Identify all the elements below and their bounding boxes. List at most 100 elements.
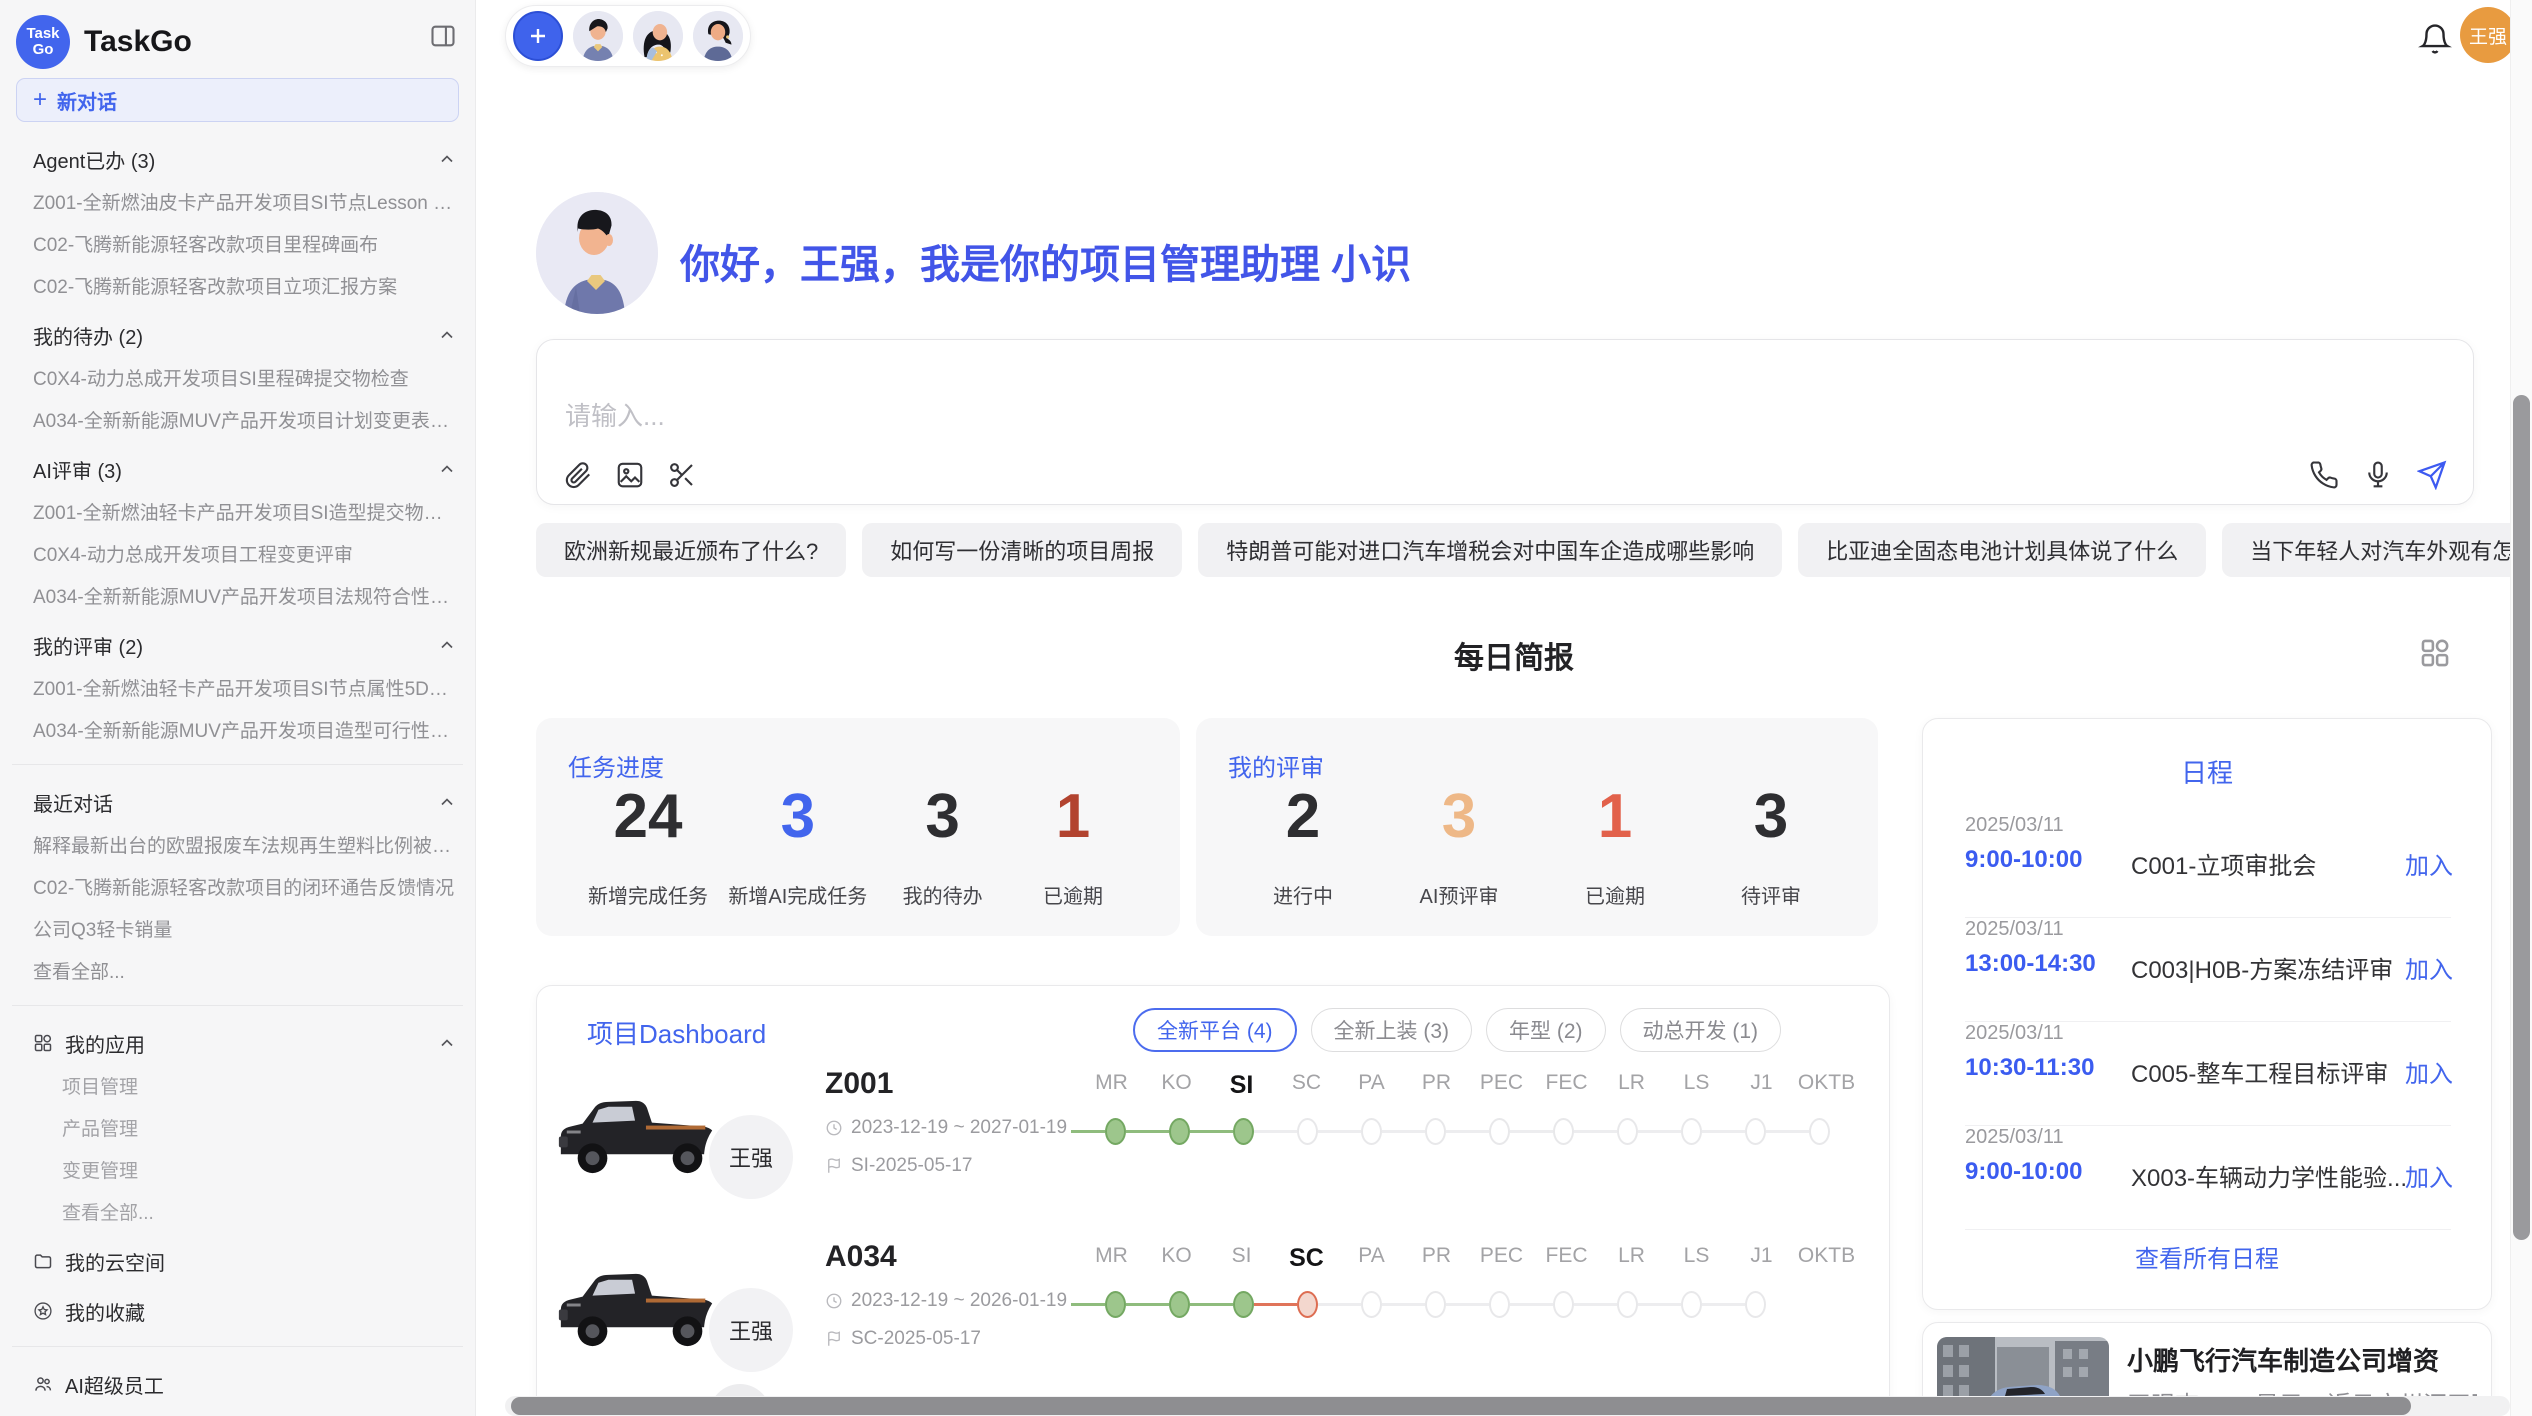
- app-screen: Task Go TaskGo + 新对话 Agent已办 (3) Z001-全新…: [0, 0, 2532, 1416]
- chevron-up-icon[interactable]: [437, 459, 457, 479]
- sidebar-item[interactable]: A034-全新新能源MUV产品开发项目法规符合性评审: [33, 582, 459, 608]
- tab-new-body[interactable]: 全新上装 (3): [1311, 1008, 1473, 1052]
- schedule-date: 2025/03/11: [1965, 918, 2064, 941]
- milestone-dots: [1071, 1287, 1861, 1321]
- suggestion-chip[interactable]: 特朗普可能对进口汽车增税会对中国车企造成哪些影响: [1198, 523, 1782, 577]
- tab-new-platform[interactable]: 全新平台 (4): [1133, 1008, 1297, 1052]
- milestone-dot-done: [1105, 1118, 1126, 1145]
- project-owner-badge: 王强: [709, 1288, 793, 1372]
- phone-call-icon[interactable]: [2309, 460, 2339, 490]
- milestone-timeline: MR KO SI SC PA PR PEC FEC LR LS J1 OKTB: [1071, 1244, 1861, 1321]
- chat-composer: [536, 339, 2474, 505]
- tab-powertrain-dev[interactable]: 动总开发 (1): [1620, 1008, 1782, 1052]
- recent-view-all-link[interactable]: 查看全部...: [33, 957, 459, 983]
- project-code: A034: [825, 1240, 1067, 1274]
- app-title: TaskGo: [84, 25, 192, 59]
- sidebar-item-favorites[interactable]: 我的收藏: [33, 1298, 459, 1324]
- divider: [12, 1346, 463, 1347]
- suggestion-chip[interactable]: 当下年轻人对汽车外观有怎样的喜好趋势: [2222, 523, 2532, 577]
- project-date-range: 2023-12-19 ~ 2027-01-19: [851, 1117, 1067, 1139]
- sidebar-item[interactable]: C0X4-动力总成开发项目工程变更评审: [33, 540, 459, 566]
- milestone-dot: [1361, 1118, 1382, 1145]
- vertical-scrollbar-thumb[interactable]: [2513, 395, 2530, 1240]
- image-icon[interactable]: [615, 460, 645, 490]
- notifications-bell-icon[interactable]: [2418, 22, 2452, 56]
- sidebar-group-recent[interactable]: 最近对话: [33, 789, 459, 815]
- join-meeting-link[interactable]: 加入: [2405, 950, 2453, 985]
- milestone-dot: [1809, 1118, 1830, 1145]
- milestone-dot: [1681, 1118, 1702, 1145]
- sidebar-item[interactable]: A034-全新新能源MUV产品开发项目造型可行性评审: [33, 716, 459, 742]
- sidebar-item-my-apps[interactable]: 我的应用: [33, 1030, 459, 1056]
- schedule-date: 2025/03/11: [1965, 1022, 2064, 1045]
- chevron-up-icon[interactable]: [437, 149, 457, 169]
- join-meeting-link[interactable]: 加入: [2405, 846, 2453, 881]
- schedule-item: 2025/03/11 13:00-14:30 C003|H0B-方案冻结评审 加…: [1923, 918, 2493, 1022]
- milestone-dot: [1745, 1291, 1766, 1318]
- agent-avatar-1[interactable]: [573, 11, 623, 61]
- sidebar-group-my-review[interactable]: 我的评审 (2): [33, 632, 459, 658]
- sidebar-collapse-icon[interactable]: [429, 22, 457, 50]
- project-dashboard-card: 项目Dashboard 全新平台 (4) 全新上装 (3) 年型 (2) 动总开…: [536, 985, 1890, 1416]
- schedule-time: 10:30-11:30: [1965, 1054, 2094, 1082]
- layout-grid-icon[interactable]: [2418, 636, 2452, 670]
- add-session-button[interactable]: [513, 11, 563, 61]
- chat-input[interactable]: [565, 396, 2065, 436]
- app-link-product-mgmt[interactable]: 产品管理: [62, 1114, 459, 1140]
- sidebar-item[interactable]: Z001-全新燃油皮卡产品开发项目SI节点Lesson Learn报告: [33, 188, 459, 214]
- join-meeting-link[interactable]: 加入: [2405, 1158, 2453, 1193]
- milestone-timeline: MR KO SI SC PA PR PEC FEC LR LS J1 OKTB: [1071, 1071, 1861, 1148]
- chevron-up-icon[interactable]: [437, 325, 457, 345]
- project-row-z001[interactable]: 王强 Z001 2023-12-19 ~ 2027-01-19 SI-2025-…: [537, 1061, 1890, 1236]
- suggestion-chip[interactable]: 如何写一份清晰的项目周报: [862, 523, 1182, 577]
- sidebar-item[interactable]: Z001-全新燃油轻卡产品开发项目SI节点属性5D文件评审: [33, 674, 459, 700]
- sidebar-item-cloud-space[interactable]: 我的云空间: [33, 1248, 459, 1274]
- sidebar-group-agent-done[interactable]: Agent已办 (3): [33, 146, 459, 172]
- chevron-up-icon[interactable]: [437, 792, 457, 812]
- vertical-scrollbar: [2510, 0, 2532, 1416]
- new-chat-button[interactable]: + 新对话: [16, 78, 459, 122]
- sidebar-item[interactable]: C02-飞腾新能源轻客改款项目立项汇报方案: [33, 272, 459, 298]
- join-meeting-link[interactable]: 加入: [2405, 1054, 2453, 1089]
- star-circle-icon: [33, 1301, 53, 1321]
- agent-avatar-3[interactable]: [693, 11, 743, 61]
- milestone-dot: [1745, 1118, 1766, 1145]
- user-avatar[interactable]: 王强: [2460, 7, 2516, 63]
- agent-avatar-2[interactable]: [633, 11, 683, 61]
- schedule-date: 2025/03/11: [1965, 1126, 2064, 1149]
- horizontal-scrollbar-thumb[interactable]: [511, 1397, 2411, 1415]
- app-link-change-mgmt[interactable]: 变更管理: [62, 1156, 459, 1182]
- stat-new-completed-tasks: 24 新增完成任务: [588, 780, 708, 909]
- stat-pending-review: 3 待评审: [1716, 780, 1826, 909]
- recent-chat-item[interactable]: 公司Q3轻卡销量: [33, 915, 459, 941]
- divider: [1965, 1229, 2451, 1230]
- apps-view-all-link[interactable]: 查看全部...: [62, 1198, 459, 1224]
- send-icon[interactable]: [2417, 460, 2447, 490]
- sidebar-item[interactable]: C02-飞腾新能源轻客改款项目里程碑画布: [33, 230, 459, 256]
- suggestion-chip[interactable]: 比亚迪全固态电池计划具体说了什么: [1798, 523, 2206, 577]
- milestone-dots: [1071, 1114, 1861, 1148]
- schedule-event-title: X003-车辆动力学性能验...: [2131, 1158, 2407, 1193]
- scissors-icon[interactable]: [667, 460, 697, 490]
- dashboard-tabs: 全新平台 (4) 全新上装 (3) 年型 (2) 动总开发 (1): [1133, 1008, 1781, 1052]
- sidebar-group-my-todo[interactable]: 我的待办 (2): [33, 322, 459, 348]
- sidebar-item[interactable]: Z001-全新燃油轻卡产品开发项目SI造型提交物评审: [33, 498, 459, 524]
- suggestion-chip[interactable]: 欧洲新规最近颁布了什么?: [536, 523, 846, 577]
- sidebar-item[interactable]: A034-全新新能源MUV产品开发项目计划变更表编写: [33, 406, 459, 432]
- chevron-up-icon[interactable]: [437, 1033, 457, 1053]
- sidebar-item[interactable]: C0X4-动力总成开发项目SI里程碑提交物检查: [33, 364, 459, 390]
- tab-model-year[interactable]: 年型 (2): [1486, 1008, 1606, 1052]
- sidebar-item-ai-super-staff[interactable]: AI超级员工: [33, 1371, 459, 1397]
- app-link-project-mgmt[interactable]: 项目管理: [62, 1072, 459, 1098]
- sidebar-group-ai-review[interactable]: AI评审 (3): [33, 456, 459, 482]
- recent-chat-item[interactable]: 解释最新出台的欧盟报废车法规再生塑料比例被调至15%...: [33, 831, 459, 857]
- microphone-icon[interactable]: [2363, 460, 2393, 490]
- news-title: 小鹏飞行汽车制造公司增资: [2127, 1341, 2439, 1378]
- flag-icon: [825, 1157, 843, 1175]
- attachment-icon[interactable]: [563, 460, 593, 490]
- recent-chat-item[interactable]: C02-飞腾新能源轻客改款项目的闭环通告反馈情况: [33, 873, 459, 899]
- project-row-a034[interactable]: 王强 A034 2023-12-19 ~ 2026-01-19 SC-2025-…: [537, 1234, 1890, 1409]
- stat-ai-pre-review: 3 AI预评审: [1404, 780, 1514, 909]
- chevron-up-icon[interactable]: [437, 635, 457, 655]
- view-all-schedule-link[interactable]: 查看所有日程: [1923, 1239, 2491, 1274]
